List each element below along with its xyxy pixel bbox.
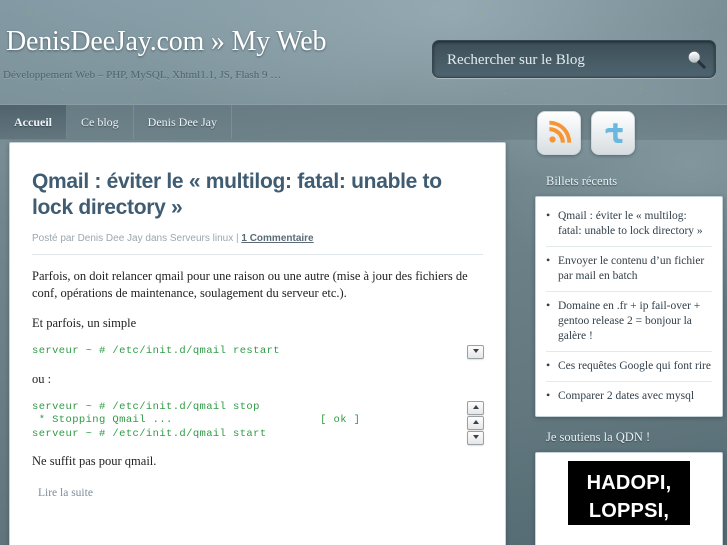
widget-qdn-body: HADOPI, LOPPSI, bbox=[535, 452, 723, 545]
code-block-2-wrapper: serveur ~ # /etc/init.d/qmail stop * Sto… bbox=[32, 400, 484, 445]
rss-icon[interactable] bbox=[537, 111, 581, 155]
scroll-up-button-1[interactable] bbox=[467, 400, 484, 415]
post-meta-text: Posté par Denis Dee Jay dans Serveurs li… bbox=[32, 233, 242, 244]
search-icon[interactable] bbox=[686, 49, 706, 69]
list-item[interactable]: Comparer 2 dates avec mysql bbox=[546, 382, 712, 411]
code-block-1-scroll-controls[interactable] bbox=[467, 345, 484, 360]
widget-recent-posts-title: Billets récents bbox=[546, 174, 618, 188]
page-root: DenisDeeJay.com » My Web Développement W… bbox=[0, 0, 727, 545]
widget-recent-posts-body: Qmail : éviter le « multilog: fatal: una… bbox=[535, 196, 723, 417]
search-box[interactable] bbox=[432, 40, 716, 79]
list-item[interactable]: Envoyer le contenu d’un fichier par mail… bbox=[546, 247, 712, 292]
post-article: Qmail : éviter le « multilog: fatal: una… bbox=[10, 143, 505, 545]
read-more-link[interactable]: Lire la suite bbox=[38, 487, 93, 499]
post-paragraph-1: Parfois, on doit relancer qmail pour une… bbox=[32, 269, 468, 300]
social-links bbox=[531, 104, 727, 161]
search-input[interactable] bbox=[445, 41, 683, 79]
nav-tab-denis-dee-jay[interactable]: Denis Dee Jay bbox=[134, 105, 232, 139]
site-tagline: Développement Web – PHP, MySQL, Xhtml1.1… bbox=[3, 69, 282, 81]
nav-tab-accueil[interactable]: Accueil bbox=[0, 105, 67, 139]
recent-posts-list: Qmail : éviter le « multilog: fatal: una… bbox=[546, 202, 712, 411]
list-item[interactable]: Qmail : éviter le « multilog: fatal: una… bbox=[546, 202, 712, 247]
post-separator bbox=[32, 501, 483, 545]
qdn-banner[interactable]: HADOPI, LOPPSI, bbox=[568, 461, 690, 525]
nav-tab-ce-blog[interactable]: Ce blog bbox=[67, 105, 134, 139]
post-title[interactable]: Qmail : éviter le « multilog: fatal: una… bbox=[32, 169, 483, 221]
code-block-2-scroll-controls[interactable] bbox=[467, 400, 484, 446]
widget-qdn-title: Je soutiens la QDN ! bbox=[546, 430, 651, 444]
post-paragraph-2: Et parfois, un simple bbox=[32, 316, 137, 330]
twitter-icon[interactable] bbox=[591, 111, 635, 155]
list-item[interactable]: Ces requêtes Google qui font rire bbox=[546, 352, 712, 382]
site-header: DenisDeeJay.com » My Web Développement W… bbox=[0, 0, 727, 104]
scroll-up-button-2[interactable] bbox=[467, 415, 484, 430]
post-body: Parfois, on doit relancer qmail pour une… bbox=[32, 268, 484, 501]
sidebar: Billets récents Qmail : éviter le « mult… bbox=[531, 104, 727, 545]
post-comments-link[interactable]: 1 Commentaire bbox=[241, 233, 313, 244]
scroll-down-button-2[interactable] bbox=[467, 430, 484, 445]
post-paragraph-3: ou : bbox=[32, 371, 52, 386]
main-content: Qmail : éviter le « multilog: fatal: una… bbox=[9, 142, 506, 545]
code-block-1-wrapper: serveur ~ # /etc/init.d/qmail restart bbox=[32, 345, 484, 360]
widget-qdn: Je soutiens la QDN ! HADOPI, LOPPSI, bbox=[535, 423, 723, 545]
list-item[interactable]: Domaine en .fr + ip fail-over + gentoo r… bbox=[546, 292, 712, 352]
widget-recent-posts: Billets récents Qmail : éviter le « mult… bbox=[535, 167, 723, 417]
code-block-2: serveur ~ # /etc/init.d/qmail stop * Sto… bbox=[32, 400, 361, 440]
scroll-down-button[interactable] bbox=[467, 345, 484, 359]
post-paragraph-4: Ne suffit pas pour qmail. bbox=[32, 454, 157, 468]
post-meta: Posté par Denis Dee Jay dans Serveurs li… bbox=[32, 233, 483, 255]
site-title[interactable]: DenisDeeJay.com » My Web bbox=[6, 26, 327, 58]
code-block-1: serveur ~ # /etc/init.d/qmail restart bbox=[32, 345, 280, 357]
qdn-banner-line-1: HADOPI, bbox=[586, 472, 672, 494]
qdn-banner-line-2: LOPPSI, bbox=[588, 500, 670, 522]
